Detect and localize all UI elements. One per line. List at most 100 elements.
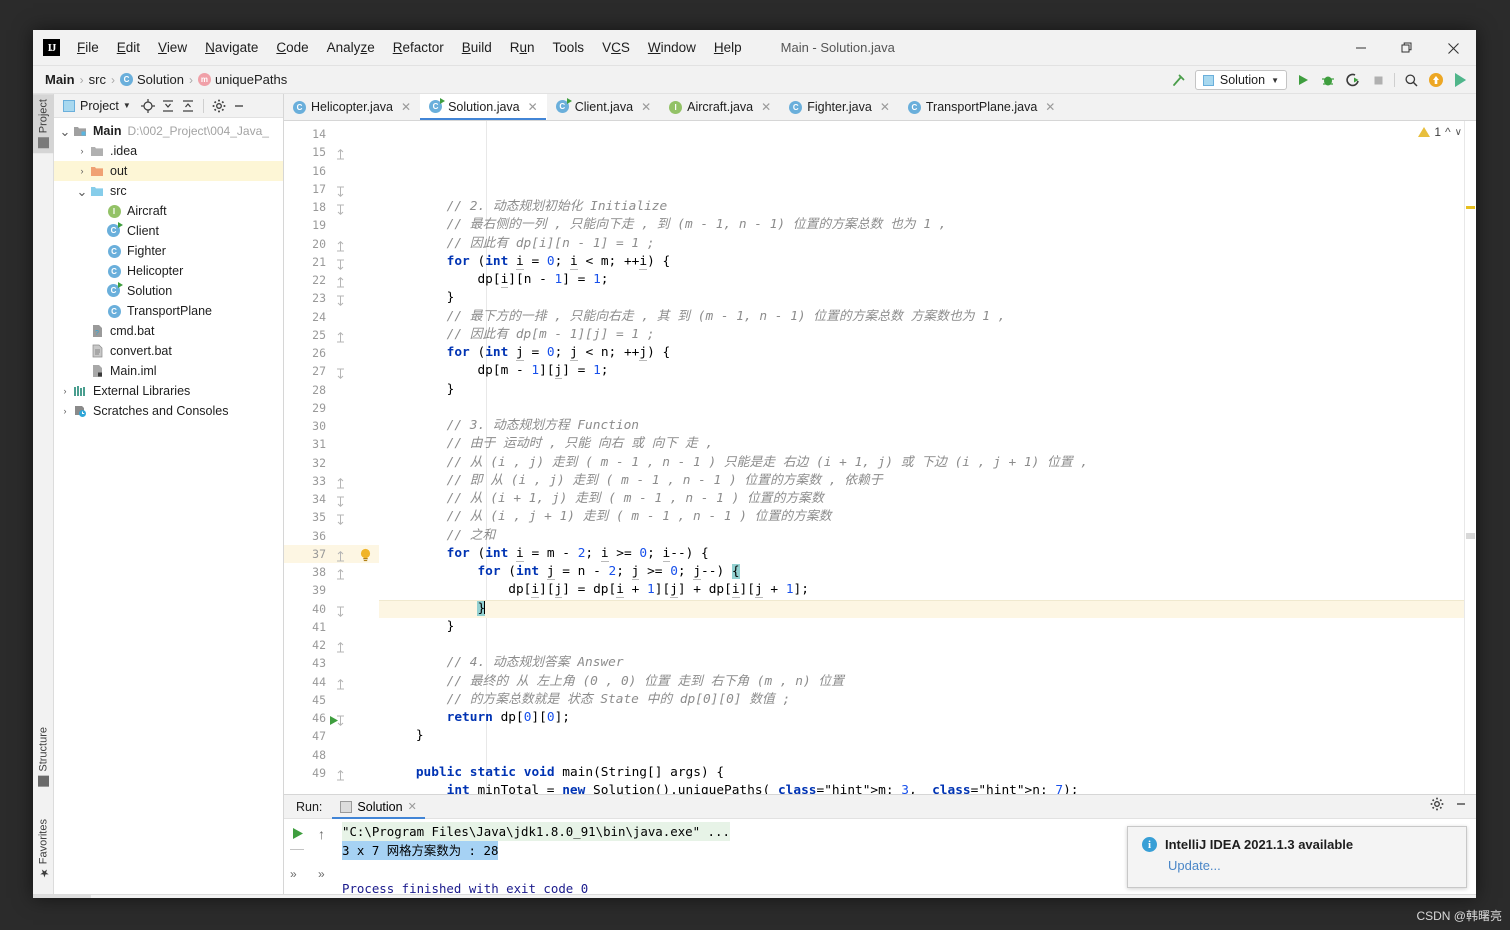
- menu-item-edit[interactable]: Edit: [108, 36, 149, 59]
- gutter-line[interactable]: 20: [284, 235, 379, 253]
- bottom-item-todo[interactable]: TODO: [91, 895, 162, 899]
- sidebar-item-favorites[interactable]: ★ Favorites: [33, 814, 54, 884]
- code-line[interactable]: // 由于 运动时 , 只能 向右 或 向下 走 ,: [379, 435, 1476, 453]
- tree-item-helicopter[interactable]: C Helicopter: [54, 261, 283, 281]
- editor-tab-helicopter-java[interactable]: C Helicopter.java ✕: [284, 94, 420, 120]
- gutter-line[interactable]: 44: [284, 673, 379, 691]
- gear-icon[interactable]: [210, 97, 228, 115]
- code-line[interactable]: }: [379, 289, 1476, 307]
- code-line[interactable]: // 即 从 (i , j) 走到 ( m - 1 , n - 1 ) 位置的方…: [379, 472, 1476, 490]
- menu-item-tools[interactable]: Tools: [544, 36, 594, 59]
- gutter-line[interactable]: 14: [284, 125, 379, 143]
- gutter-line[interactable]: 24: [284, 308, 379, 326]
- notification-update-link[interactable]: Update...: [1168, 858, 1452, 873]
- fold-end-icon[interactable]: [336, 677, 345, 689]
- menu-item-file[interactable]: File: [68, 36, 108, 59]
- gutter-line[interactable]: 25: [284, 326, 379, 344]
- gutter-line[interactable]: 46: [284, 709, 379, 727]
- gutter-line[interactable]: 30: [284, 417, 379, 435]
- code-line[interactable]: // 2. 动态规划初始化 Initialize: [379, 198, 1476, 216]
- gutter-line[interactable]: 26: [284, 344, 379, 362]
- code-line[interactable]: }: [379, 381, 1476, 399]
- code-line[interactable]: for (int i = m - 2; i >= 0; i--) {: [379, 545, 1476, 563]
- sidebar-item-structure[interactable]: Structure: [33, 722, 54, 792]
- close-icon[interactable]: ✕: [880, 100, 890, 114]
- chevron-right-icon[interactable]: ›: [58, 406, 72, 416]
- arrow-up-icon[interactable]: ↑: [318, 826, 325, 842]
- code-line[interactable]: // 之和: [379, 527, 1476, 545]
- fold-start-icon[interactable]: [336, 512, 345, 526]
- close-icon[interactable]: ✕: [1045, 100, 1055, 114]
- gutter-line[interactable]: 34: [284, 490, 379, 508]
- close-icon[interactable]: ✕: [401, 100, 411, 114]
- fold-end-icon[interactable]: [336, 549, 345, 562]
- gutter-line[interactable]: 38: [284, 563, 379, 581]
- update-available-icon[interactable]: [1427, 71, 1445, 89]
- editor-tab-fighter-java[interactable]: C Fighter.java ✕: [780, 94, 899, 120]
- fold-end-icon[interactable]: [336, 147, 345, 160]
- fold-end-icon[interactable]: [336, 239, 345, 251]
- inspection-widget[interactable]: 1 ^ ∨: [1418, 125, 1462, 139]
- gutter-line[interactable]: 37: [284, 544, 379, 563]
- chevron-down-icon[interactable]: ▼: [123, 101, 131, 110]
- tree-item-client[interactable]: C Client: [54, 221, 283, 241]
- gutter-line[interactable]: 36: [284, 527, 379, 545]
- run-tab-solution[interactable]: Solution ✕: [332, 795, 426, 819]
- notification-popup[interactable]: i IntelliJ IDEA 2021.1.3 available Updat…: [1127, 826, 1467, 888]
- breadcrumb-item-solution[interactable]: C Solution: [119, 72, 184, 87]
- gutter-line[interactable]: 35: [284, 508, 379, 526]
- bottom-item-build[interactable]: Build: [333, 895, 398, 899]
- code-line[interactable]: // 最终的 从 左上角 (0 , 0) 位置 走到 右下角 (m , n) 位…: [379, 673, 1476, 691]
- fold-start-icon[interactable]: [336, 604, 345, 617]
- project-panel-title[interactable]: Project: [80, 99, 119, 113]
- code-line[interactable]: [379, 746, 1476, 764]
- editor-area[interactable]: 14 15 16 17 18 19 20 21 22 23 24 25 26 27 28 2…: [284, 121, 1476, 794]
- gutter-line[interactable]: 29: [284, 399, 379, 417]
- run-icon[interactable]: [1294, 71, 1312, 89]
- expand-all-icon[interactable]: [159, 97, 177, 115]
- code-line[interactable]: // 从 (i , j) 走到 ( m - 1 , n - 1 ) 只能是走 右…: [379, 454, 1476, 472]
- hide-icon[interactable]: [1454, 797, 1468, 816]
- editor-gutter[interactable]: 14 15 16 17 18 19 20 21 22 23 24 25 26 27 28 2…: [284, 121, 379, 794]
- menu-item-build[interactable]: Build: [453, 36, 501, 59]
- close-icon[interactable]: ✕: [641, 100, 651, 114]
- gutter-line[interactable]: 45: [284, 691, 379, 709]
- code-line[interactable]: // 因此有 dp[m - 1][j] = 1 ;: [379, 326, 1476, 344]
- chevron-right-icon[interactable]: ›: [75, 146, 89, 156]
- code-line[interactable]: // 最右侧的一列 , 只能向下走 , 到 (m - 1, n - 1) 位置的…: [379, 216, 1476, 234]
- gutter-line[interactable]: 40: [284, 600, 379, 618]
- bottom-item-problems[interactable]: Problems: [162, 895, 250, 899]
- tree-item-main-iml[interactable]: Main.iml: [54, 361, 283, 381]
- sidebar-item-project[interactable]: Project: [33, 94, 54, 154]
- fold-start-icon[interactable]: [336, 366, 345, 380]
- tree-item-cmd-bat[interactable]: ? cmd.bat: [54, 321, 283, 341]
- code-line[interactable]: for (int j = 0; j < n; ++j) {: [379, 344, 1476, 362]
- locate-icon[interactable]: [139, 97, 157, 115]
- menu-item-analyze[interactable]: Analyze: [318, 36, 384, 59]
- ide-assistant-icon[interactable]: [1452, 71, 1470, 89]
- code-line[interactable]: for (int j = n - 2; j >= 0; j--) {: [379, 563, 1476, 581]
- rerun-icon[interactable]: [290, 826, 305, 846]
- fold-start-icon[interactable]: [336, 494, 345, 507]
- hide-icon[interactable]: [230, 97, 248, 115]
- gutter-line[interactable]: 39: [284, 581, 379, 599]
- inspection-scrollbar[interactable]: [1464, 121, 1476, 794]
- gutter-line[interactable]: 15: [284, 143, 379, 161]
- chevron-down-icon[interactable]: ⌄: [75, 185, 89, 198]
- code-line[interactable]: for (int i = 0; i < m; ++i) {: [379, 253, 1476, 271]
- tree-item-out[interactable]: › out: [54, 161, 283, 181]
- menu-item-run[interactable]: Run: [501, 36, 544, 59]
- code-line[interactable]: }: [379, 618, 1476, 636]
- menu-item-code[interactable]: Code: [267, 36, 317, 59]
- code-line[interactable]: [379, 399, 1476, 417]
- code-line[interactable]: // 从 (i , j + 1) 走到 ( m - 1 , n - 1 ) 位置…: [379, 508, 1476, 526]
- warning-marker[interactable]: [1466, 206, 1475, 209]
- gutter-line[interactable]: 41: [284, 618, 379, 636]
- gutter-line[interactable]: 19: [284, 216, 379, 234]
- breadcrumb-item-main[interactable]: Main: [45, 72, 75, 87]
- fold-end-icon[interactable]: [336, 768, 345, 781]
- breadcrumb-item-src[interactable]: src: [89, 72, 106, 87]
- code-line[interactable]: // 从 (i + 1, j) 走到 ( m - 1 , n - 1 ) 位置的…: [379, 490, 1476, 508]
- hammer-icon[interactable]: [1170, 71, 1188, 89]
- code-line[interactable]: dp[m - 1][j] = 1;: [379, 362, 1476, 380]
